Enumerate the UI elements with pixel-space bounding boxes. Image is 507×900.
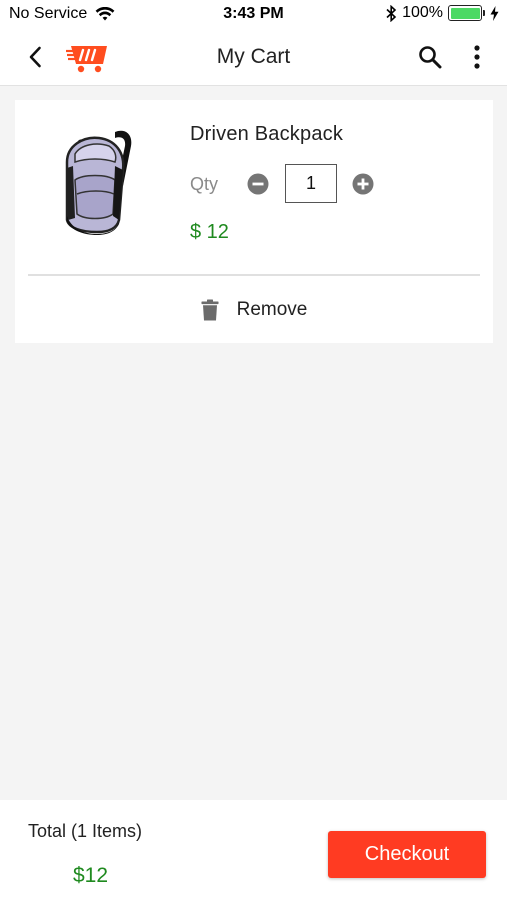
charging-bolt-icon <box>490 5 499 21</box>
backpack-image[interactable] <box>53 124 143 236</box>
total-value: $12 <box>73 864 109 887</box>
remove-label: Remove <box>236 298 308 320</box>
divider <box>28 274 480 276</box>
search-icon <box>419 46 442 69</box>
checkout-button[interactable]: Checkout <box>328 831 486 878</box>
checkout-footer: Total (1 Items) $12 Checkout <box>0 800 507 900</box>
decrease-quantity-button[interactable] <box>247 173 269 195</box>
status-bar: No Service 3:43 PM 100% <box>0 0 507 30</box>
quantity-input[interactable] <box>285 164 337 203</box>
total-label: Total (1 Items) <box>28 821 143 841</box>
battery-icon <box>448 5 485 21</box>
battery-percent: 100% <box>402 4 443 21</box>
increase-quantity-button[interactable] <box>352 173 374 195</box>
item-price: $ 12 <box>190 221 229 243</box>
app-bar: My Cart <box>0 30 507 86</box>
cart-item-card: Driven Backpack Qty $ 12 Remove <box>15 100 493 343</box>
product-name[interactable]: Driven Backpack <box>190 123 343 146</box>
search-button[interactable] <box>415 42 445 72</box>
more-options-button[interactable] <box>465 42 489 72</box>
qty-label: Qty <box>190 174 219 194</box>
more-vertical-icon <box>474 45 480 69</box>
bluetooth-icon <box>386 4 397 22</box>
battery-fill <box>450 7 480 19</box>
status-right: 100% <box>386 4 499 22</box>
remove-button[interactable]: Remove <box>15 278 493 341</box>
trash-icon <box>201 299 219 320</box>
